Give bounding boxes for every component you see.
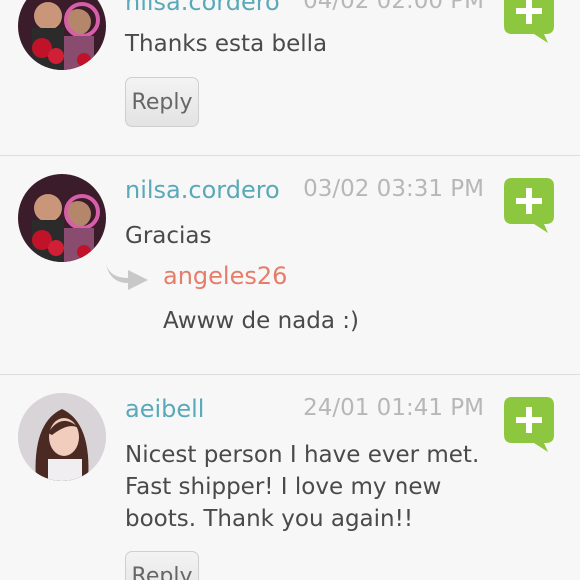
add-comment-icon bbox=[504, 178, 554, 233]
comment-text: Nicest person I have ever met. Fast ship… bbox=[125, 439, 479, 535]
comment-username[interactable]: aeibell bbox=[125, 395, 204, 423]
avatar[interactable] bbox=[18, 174, 106, 262]
comment-text: Gracias bbox=[125, 223, 212, 249]
comment-item: aeibell 24/01 01:41 PM Nicest person I h… bbox=[0, 375, 580, 580]
comment-timestamp: 04/02 02:00 PM bbox=[303, 0, 484, 14]
reply-button-label: Reply bbox=[131, 89, 193, 115]
add-comment-button[interactable] bbox=[504, 178, 554, 234]
comment-item: nilsa.cordero 03/02 03:31 PM Gracias ang… bbox=[0, 156, 580, 374]
reply-button[interactable]: Reply bbox=[125, 551, 199, 580]
comment-text-line: Fast shipper! I love my new bbox=[125, 474, 442, 500]
add-comment-button[interactable] bbox=[504, 397, 554, 453]
avatar-image bbox=[18, 393, 106, 481]
comment-text-line: Nicest person I have ever met. bbox=[125, 442, 480, 468]
comment-timestamp: 24/01 01:41 PM bbox=[303, 395, 484, 421]
avatar-image bbox=[18, 174, 106, 262]
reply-username[interactable]: angeles26 bbox=[163, 262, 287, 290]
comment-username[interactable]: nilsa.cordero bbox=[125, 176, 280, 204]
avatar[interactable] bbox=[18, 393, 106, 481]
avatar-image bbox=[18, 0, 106, 70]
comment-timestamp: 03/02 03:31 PM bbox=[303, 176, 484, 202]
comment-text: Thanks esta bella bbox=[125, 31, 328, 57]
reply-button-label: Reply bbox=[131, 563, 193, 580]
add-comment-button[interactable] bbox=[504, 0, 554, 44]
reply-button[interactable]: Reply bbox=[125, 77, 199, 127]
reply-arrow-icon bbox=[106, 264, 148, 290]
avatar[interactable] bbox=[18, 0, 106, 70]
comment-text-line: boots. Thank you again!! bbox=[125, 506, 414, 532]
comment-item: nilsa.cordero 04/02 02:00 PM Thanks esta… bbox=[0, 0, 580, 155]
comment-username[interactable]: nilsa.cordero bbox=[125, 0, 280, 16]
add-comment-icon bbox=[504, 0, 554, 43]
reply-text: Awww de nada :) bbox=[163, 308, 360, 334]
add-comment-icon bbox=[504, 397, 554, 452]
